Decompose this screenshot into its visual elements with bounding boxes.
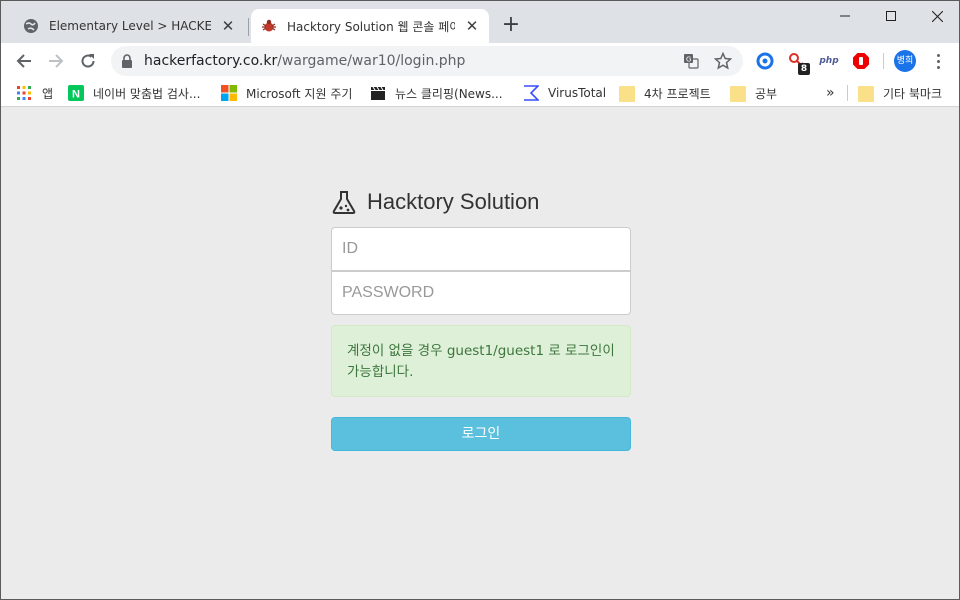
- folder-icon: [730, 86, 746, 102]
- url-text: hackerfactory.co.kr/wargame/war10/login.…: [144, 53, 465, 69]
- more-menu-icon[interactable]: [930, 51, 946, 71]
- browser-window: Elementary Level > HACKER FA ✕ Hacktory …: [0, 0, 960, 600]
- bookmark-label: Microsoft 지원 주기: [246, 86, 353, 101]
- back-button[interactable]: [10, 47, 38, 75]
- stop-hand-icon: [853, 53, 869, 69]
- bookmark-naver[interactable]: N 네이버 맞춤법 검사...: [68, 84, 200, 102]
- extension-badge: 8: [798, 63, 810, 75]
- bug-icon: [262, 19, 276, 32]
- extension-php-icon[interactable]: php: [817, 51, 841, 71]
- bookmark-label: 공부: [755, 86, 778, 101]
- apps-grid-icon: [17, 86, 31, 100]
- folder-icon: [619, 86, 635, 102]
- extension-chrome-icon[interactable]: [755, 51, 775, 71]
- page-content: Hacktory Solution 계정이 없을 경우 guest1/guest…: [1, 108, 959, 599]
- arrow-left-icon: [16, 54, 31, 68]
- login-header: Hacktory Solution: [331, 187, 631, 217]
- maximize-button[interactable]: [867, 1, 915, 31]
- clapper-icon: [371, 86, 385, 100]
- profile-avatar[interactable]: 병희: [894, 50, 916, 72]
- bookmark-label: 4차 프로젝트: [644, 86, 711, 101]
- login-button[interactable]: 로그인: [331, 417, 631, 451]
- new-tab-button[interactable]: +: [499, 14, 523, 38]
- bookmark-label: 기타 북마크: [883, 86, 943, 101]
- password-input[interactable]: [331, 271, 631, 315]
- brand-name: Hacktory Solution: [367, 189, 540, 214]
- microsoft-icon: [221, 85, 237, 101]
- translate-icon[interactable]: G: [683, 53, 699, 69]
- maximize-icon: [886, 11, 896, 21]
- tab-strip: Elementary Level > HACKER FA ✕ Hacktory …: [1, 1, 959, 43]
- bookmarks-overflow-button[interactable]: »: [826, 84, 835, 102]
- bookmark-news[interactable]: 뉴스 클리핑(News...: [370, 84, 503, 102]
- svg-text:G: G: [686, 56, 691, 64]
- bookmark-virustotal[interactable]: VirusTotal: [523, 84, 606, 102]
- id-input[interactable]: [331, 227, 631, 271]
- bookmark-folder-other[interactable]: 기타 북마크: [858, 84, 942, 102]
- tab-title: Elementary Level > HACKER FA: [49, 19, 211, 33]
- bookmark-label: 뉴스 클리핑(News...: [395, 86, 503, 101]
- forward-button[interactable]: [42, 47, 70, 75]
- bookmark-label: VirusTotal: [548, 86, 607, 100]
- extension-adblock-icon[interactable]: [851, 51, 871, 71]
- lock-icon: [122, 54, 132, 68]
- virustotal-icon: [524, 85, 539, 101]
- reload-button[interactable]: [74, 47, 102, 75]
- tab-elementary-level[interactable]: Elementary Level > HACKER FA ✕: [13, 9, 245, 43]
- naver-icon: N: [68, 85, 84, 101]
- bookmark-folder-project[interactable]: 4차 프로젝트: [619, 84, 711, 102]
- php-label: php: [819, 56, 839, 66]
- bookmark-label: 앱: [42, 86, 54, 101]
- address-bar[interactable]: hackerfactory.co.kr/wargame/war10/login.…: [111, 46, 743, 76]
- globe-icon: [24, 19, 38, 33]
- bookmarks-divider: [847, 85, 848, 101]
- minimize-button[interactable]: [821, 1, 869, 31]
- browser-toolbar: hackerfactory.co.kr/wargame/war10/login.…: [1, 43, 959, 79]
- extension-swirl-icon: [756, 52, 774, 70]
- close-tab-icon[interactable]: ✕: [219, 17, 237, 35]
- reload-icon: [81, 54, 95, 68]
- close-window-button[interactable]: [913, 1, 959, 31]
- guest-account-notice: 계정이 없을 경우 guest1/guest1 로 로그인이 가능합니다.: [331, 325, 631, 397]
- url-path: /wargame/war10/login.php: [277, 53, 466, 69]
- close-icon: [931, 10, 943, 22]
- bookmark-star-icon[interactable]: [714, 52, 732, 70]
- bookmark-folder-study[interactable]: 공부: [730, 84, 777, 102]
- bookmark-apps[interactable]: 앱: [16, 84, 53, 102]
- close-tab-icon[interactable]: ✕: [463, 17, 481, 35]
- tab-hacktory-solution[interactable]: Hacktory Solution 웹 콘솔 페이 ✕: [251, 9, 489, 43]
- bookmark-label: 네이버 맞춤법 검사...: [93, 86, 201, 101]
- folder-icon: [858, 86, 874, 102]
- tab-title: Hacktory Solution 웹 콘솔 페이: [287, 19, 455, 34]
- url-host: hackerfactory.co.kr: [144, 53, 278, 69]
- minimize-icon: [840, 15, 850, 17]
- arrow-right-icon: [49, 54, 64, 68]
- bookmark-microsoft[interactable]: Microsoft 지원 주기: [221, 84, 352, 102]
- toolbar-divider: [883, 53, 884, 69]
- flask-icon: [332, 191, 356, 214]
- svg-text:N: N: [72, 89, 80, 101]
- tab-separator: [248, 18, 249, 36]
- bookmarks-bar: 앱 N 네이버 맞춤법 검사... Microsoft 지원 주기 뉴스 클리핑…: [1, 79, 959, 107]
